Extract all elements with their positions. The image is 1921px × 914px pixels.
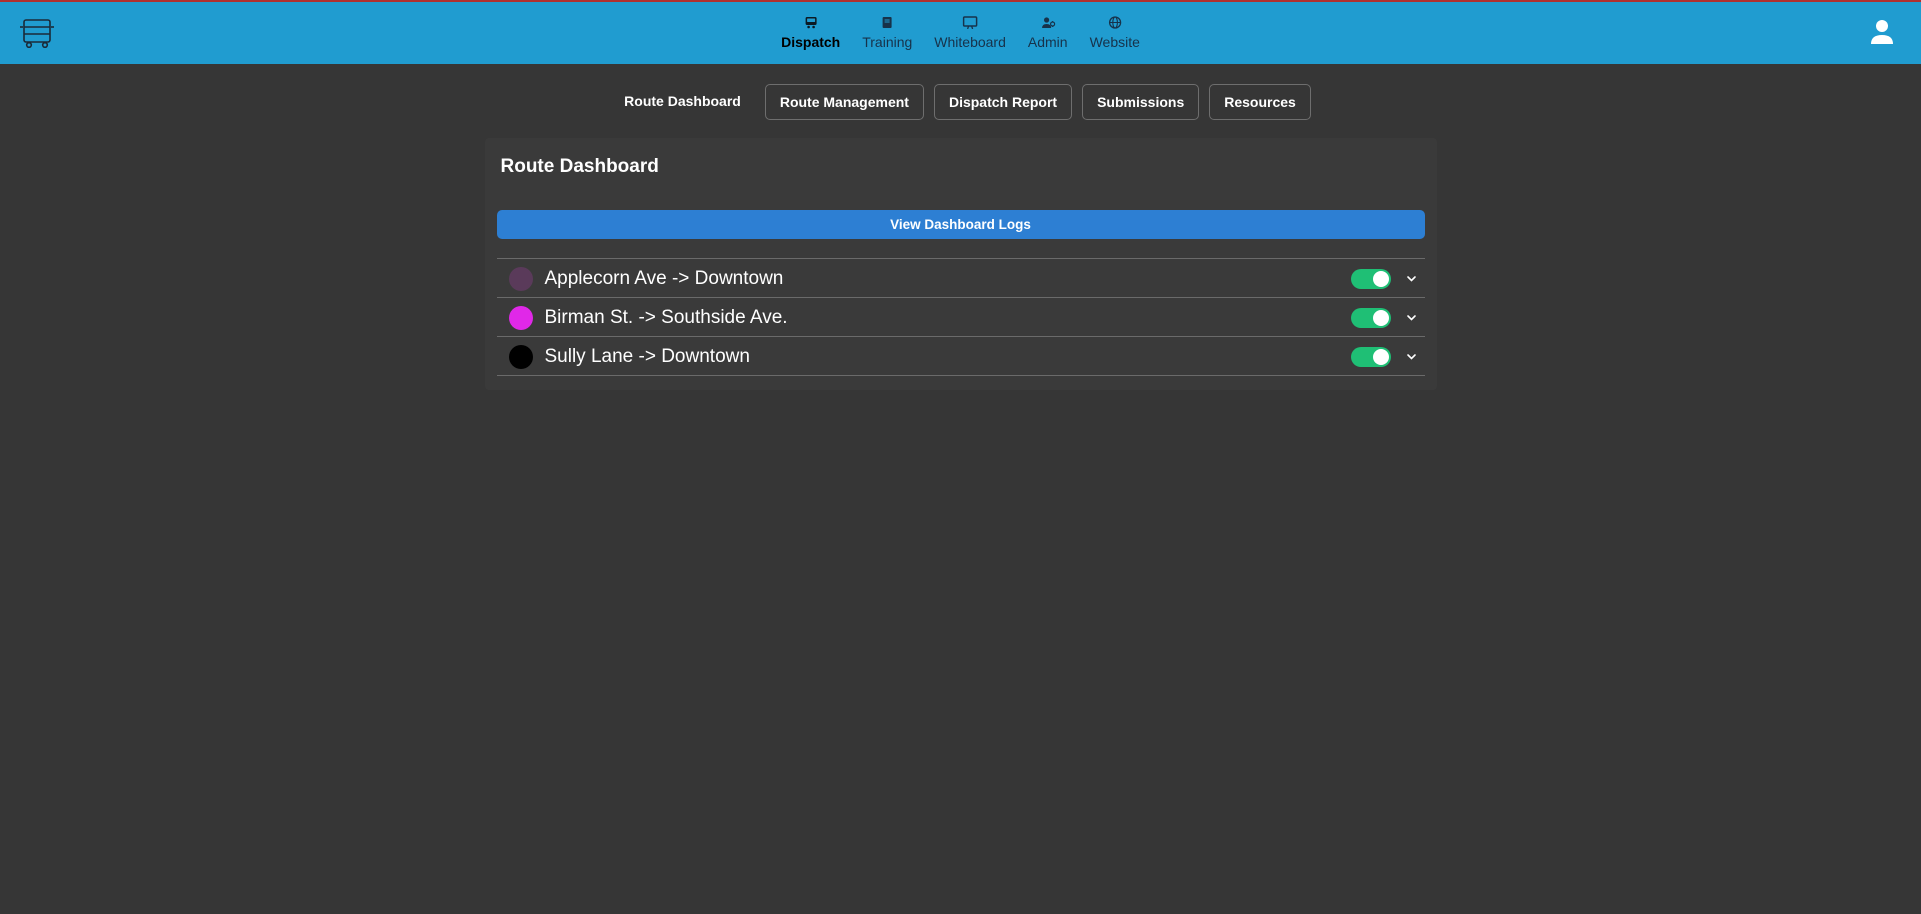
nav-admin-label: Admin bbox=[1028, 34, 1068, 50]
route-row: Birman St. -> Southside Ave. bbox=[497, 297, 1425, 337]
user-icon bbox=[1867, 16, 1897, 46]
nav-dispatch-label: Dispatch bbox=[781, 34, 840, 50]
nav-website[interactable]: Website bbox=[1088, 12, 1142, 54]
subnav-route-dashboard[interactable]: Route Dashboard bbox=[610, 84, 755, 120]
subnav-submissions[interactable]: Submissions bbox=[1082, 84, 1199, 120]
view-logs-button[interactable]: View Dashboard Logs bbox=[497, 210, 1425, 239]
topbar: Dispatch Training Whiteboard Admin Websi… bbox=[0, 2, 1921, 64]
admin-icon bbox=[1040, 16, 1055, 32]
bus-icon bbox=[18, 18, 56, 48]
sub-navigation: Route Dashboard Route Management Dispatc… bbox=[0, 64, 1921, 138]
route-name: Applecorn Ave -> Downtown bbox=[545, 268, 1339, 290]
user-avatar[interactable] bbox=[1867, 16, 1903, 51]
route-toggle[interactable] bbox=[1351, 347, 1391, 367]
nav-whiteboard[interactable]: Whiteboard bbox=[932, 12, 1008, 54]
nav-whiteboard-label: Whiteboard bbox=[934, 34, 1006, 50]
route-toggle[interactable] bbox=[1351, 308, 1391, 328]
subnav-resources[interactable]: Resources bbox=[1209, 84, 1311, 120]
subnav-dispatch-report[interactable]: Dispatch Report bbox=[934, 84, 1072, 120]
subnav-route-management[interactable]: Route Management bbox=[765, 84, 924, 120]
nav-training-label: Training bbox=[862, 34, 912, 50]
chevron-down-icon[interactable] bbox=[1403, 350, 1421, 365]
panel-title: Route Dashboard bbox=[497, 156, 1425, 178]
dashboard-panel: Route Dashboard View Dashboard Logs Appl… bbox=[485, 138, 1437, 390]
top-navigation: Dispatch Training Whiteboard Admin Websi… bbox=[779, 12, 1142, 54]
nav-dispatch[interactable]: Dispatch bbox=[779, 12, 842, 54]
route-name: Birman St. -> Southside Ave. bbox=[545, 307, 1339, 329]
chevron-down-icon[interactable] bbox=[1403, 272, 1421, 287]
nav-training[interactable]: Training bbox=[860, 12, 914, 54]
route-color-dot bbox=[509, 345, 533, 369]
nav-admin[interactable]: Admin bbox=[1026, 12, 1070, 54]
route-list: Applecorn Ave -> Downtown Birman St. -> … bbox=[497, 259, 1425, 376]
app-logo[interactable] bbox=[18, 18, 56, 48]
whiteboard-icon bbox=[963, 16, 978, 32]
book-icon bbox=[881, 16, 894, 32]
route-color-dot bbox=[509, 306, 533, 330]
route-name: Sully Lane -> Downtown bbox=[545, 346, 1339, 368]
route-row: Applecorn Ave -> Downtown bbox=[497, 258, 1425, 298]
nav-website-label: Website bbox=[1090, 34, 1140, 50]
route-color-dot bbox=[509, 267, 533, 291]
route-toggle[interactable] bbox=[1351, 269, 1391, 289]
globe-icon bbox=[1108, 16, 1121, 32]
chevron-down-icon[interactable] bbox=[1403, 311, 1421, 326]
bus-small-icon bbox=[803, 16, 818, 32]
route-row: Sully Lane -> Downtown bbox=[497, 336, 1425, 376]
